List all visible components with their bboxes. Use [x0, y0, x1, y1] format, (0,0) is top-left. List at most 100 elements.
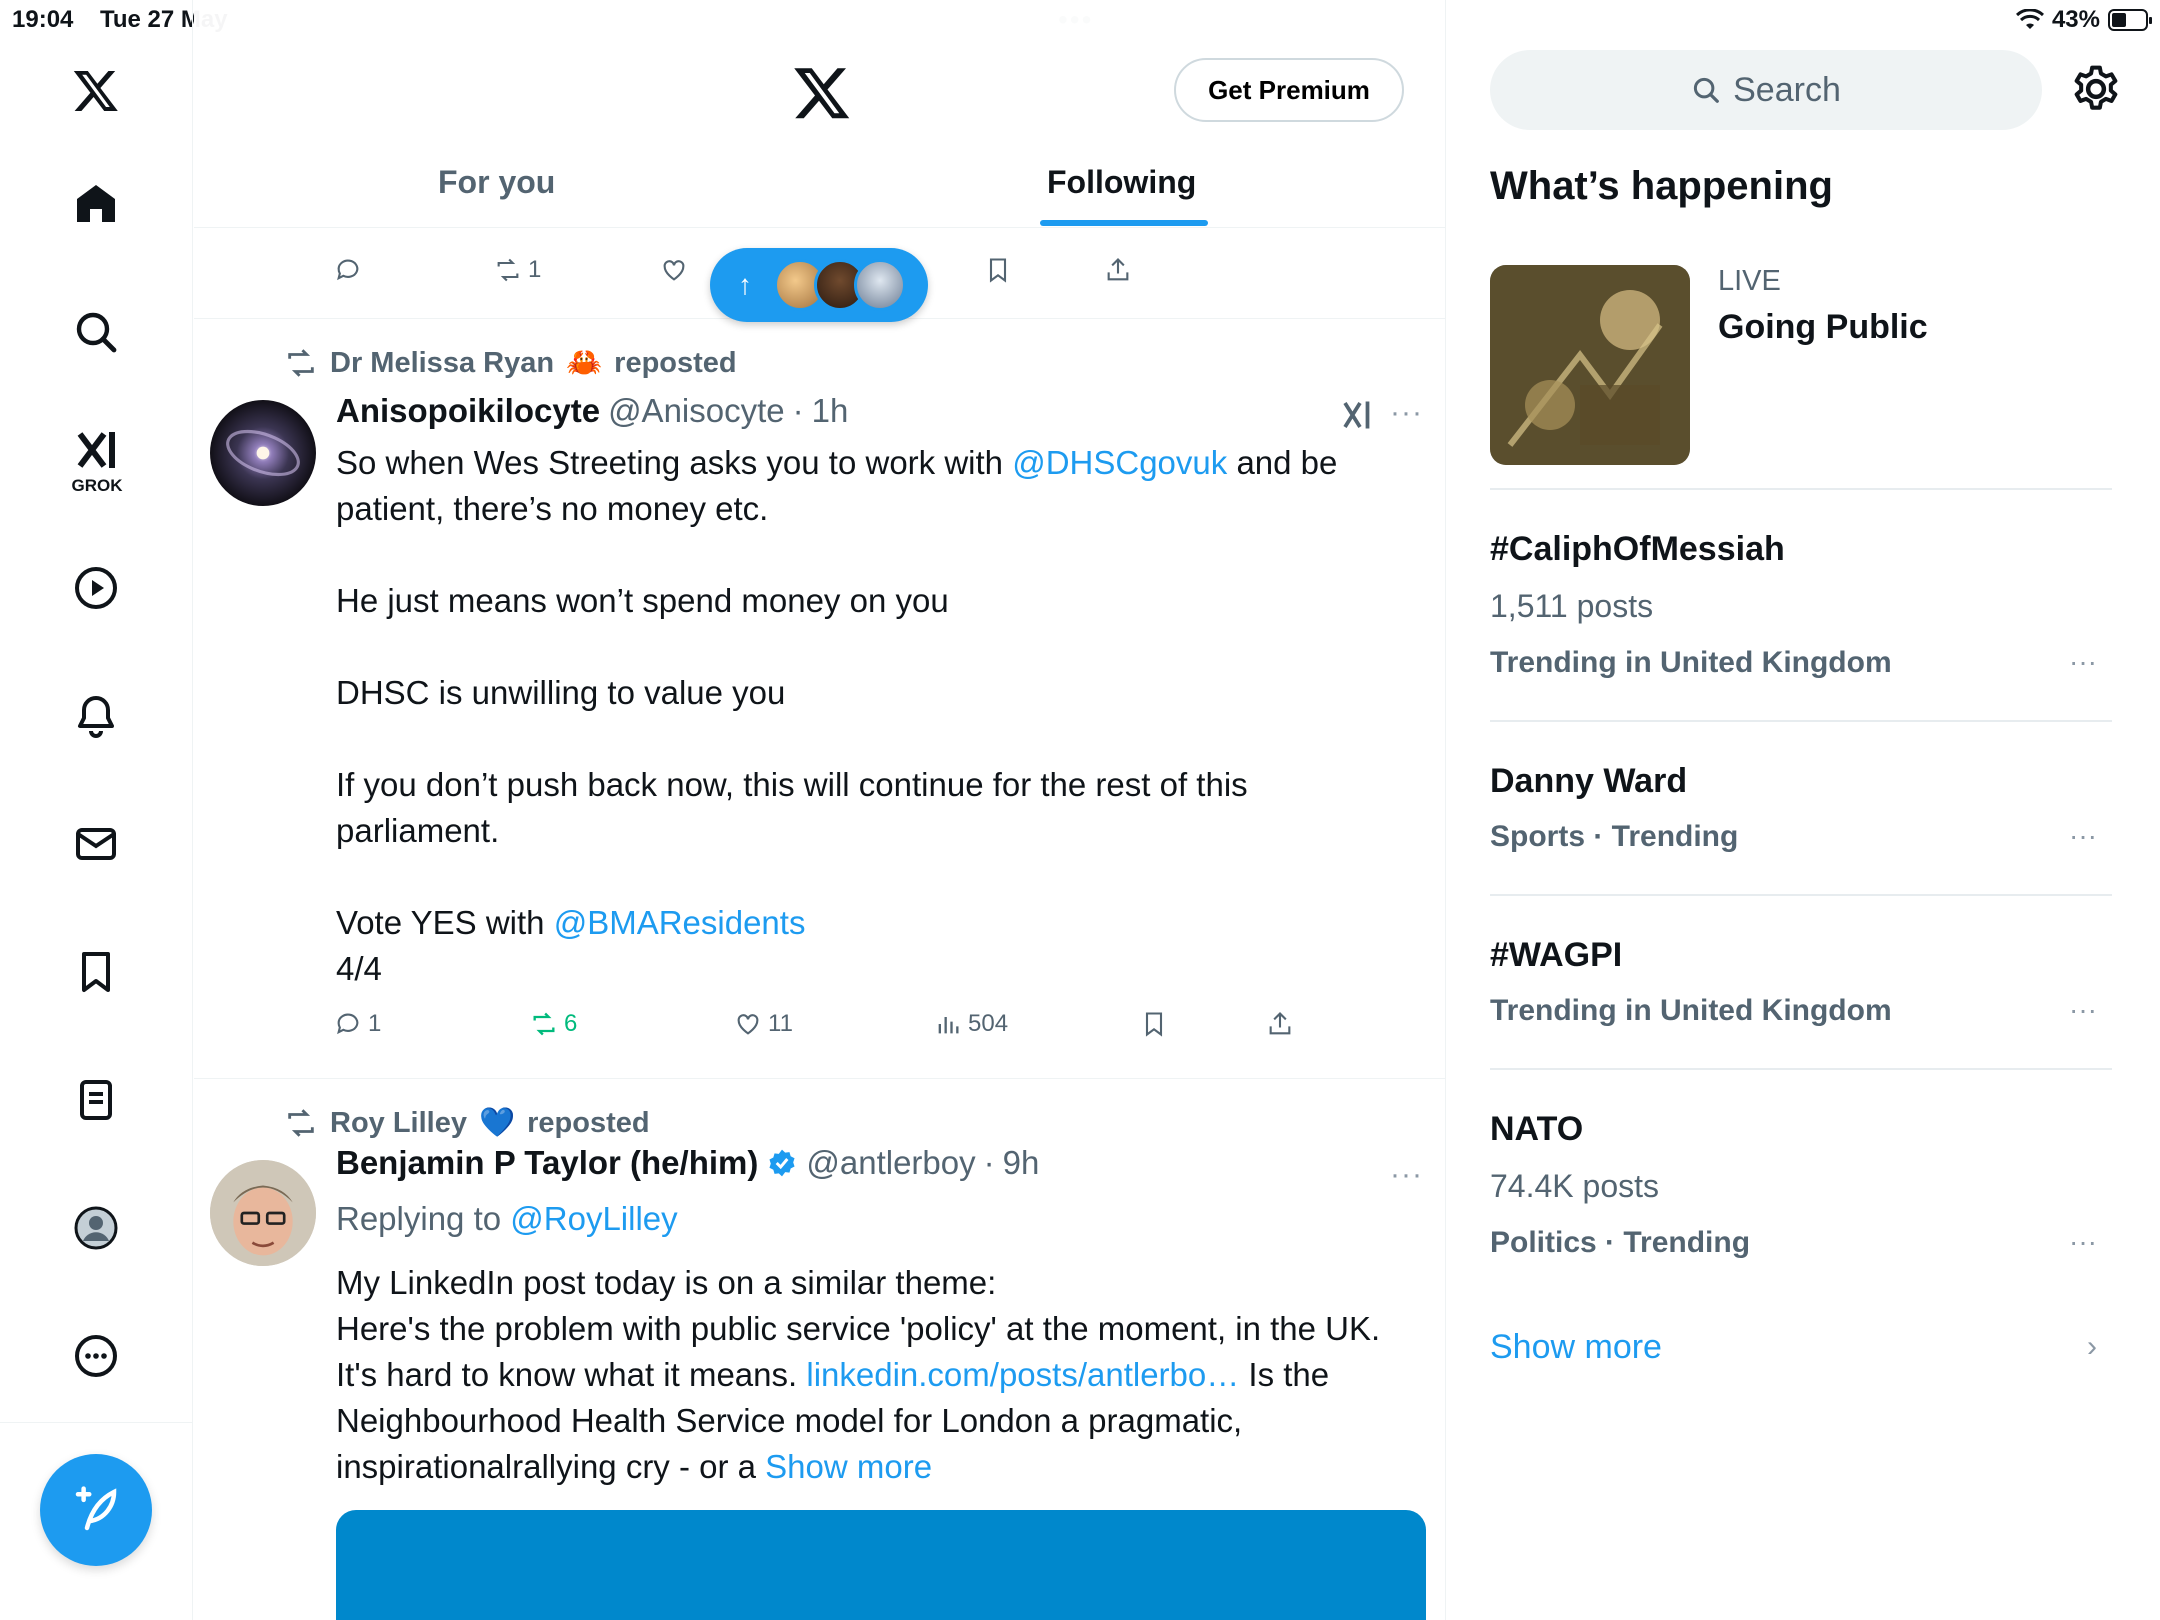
- author-handle[interactable]: @antlerboy: [806, 1144, 975, 1182]
- trend-divider: [1490, 894, 2112, 896]
- text-span: Is the: [1239, 1356, 1330, 1393]
- mention-link[interactable]: @DHSCgovuk: [1012, 444, 1227, 481]
- trend-posts: 1,511 posts: [1490, 588, 1654, 624]
- mention-link[interactable]: @BMAResidents: [554, 904, 806, 941]
- chevron-right-icon[interactable]: ›: [2087, 1330, 2097, 1364]
- show-more-link[interactable]: Show more: [765, 1448, 932, 1485]
- tweet-more-icon[interactable]: ···: [1390, 1158, 1423, 1192]
- retweet-button[interactable]: 1: [494, 256, 541, 284]
- text-span: Vote YES with: [336, 904, 554, 941]
- reply-button[interactable]: 1: [334, 1010, 381, 1038]
- tweet-text: So when Wes Streeting asks you to work w…: [336, 440, 1426, 992]
- author-name[interactable]: Benjamin P Taylor (he/him): [336, 1144, 758, 1182]
- like-button[interactable]: 11: [734, 1010, 793, 1038]
- tab-for-you[interactable]: For you: [438, 164, 555, 201]
- heart-icon: [663, 260, 685, 281]
- tweet-time[interactable]: 1h: [812, 392, 849, 430]
- main-timeline: Get Premium For you Following 1 ↑ Dr Mel…: [194, 0, 1446, 1620]
- search-input[interactable]: Search: [1490, 50, 2042, 130]
- share-icon: [1269, 1012, 1291, 1035]
- tweet-more-icon[interactable]: ···: [1390, 396, 1423, 430]
- external-link[interactable]: linkedin.com/posts/antlerbo…: [806, 1356, 1239, 1393]
- bookmark-button[interactable]: [984, 256, 1012, 284]
- get-premium-button[interactable]: Get Premium: [1174, 58, 1404, 122]
- text-line: DHSC is unwilling to value you: [336, 674, 786, 711]
- tweet-text: My LinkedIn post today is on a similar t…: [336, 1260, 1426, 1490]
- trend-category: Sports · Trending: [1490, 820, 1739, 853]
- reposted-emoji: 💙: [479, 1107, 516, 1139]
- trend-more-icon[interactable]: ···: [2069, 1226, 2097, 1258]
- section-title: What’s happening: [1490, 164, 1833, 208]
- new-posts-pill[interactable]: ↑: [710, 248, 928, 322]
- show-more-link[interactable]: Show more: [1490, 1328, 1662, 1367]
- grok-icon[interactable]: [66, 420, 126, 480]
- repost-indicator[interactable]: Dr Melissa Ryan 🦀 reposted: [284, 346, 737, 380]
- x-logo-icon[interactable]: [792, 62, 852, 122]
- replying-to: Replying to @RoyLilley: [336, 1200, 678, 1238]
- retweet-count: 1: [528, 256, 542, 283]
- more-options-icon[interactable]: [66, 1326, 126, 1386]
- search-icon: [1694, 77, 1719, 103]
- notifications-bell-icon[interactable]: [66, 686, 126, 746]
- bookmarks-icon[interactable]: [66, 942, 126, 1002]
- trend-category: Politics · Trending: [1490, 1226, 1751, 1259]
- compose-post-button[interactable]: [40, 1454, 152, 1566]
- text-span: It's hard to know what it means.: [336, 1356, 807, 1393]
- retweet-count: 6: [564, 1010, 578, 1037]
- tweet-time[interactable]: 9h: [1003, 1144, 1040, 1182]
- share-button[interactable]: [1266, 1010, 1294, 1038]
- trend-name[interactable]: #WAGPI: [1490, 936, 1622, 975]
- reply-icon: [337, 259, 359, 281]
- text-line: 4/4: [336, 950, 382, 987]
- reposted-label: reposted: [614, 346, 737, 379]
- active-tab-indicator: [1040, 220, 1208, 226]
- views-count: 504: [968, 1010, 1009, 1037]
- tweet-actions: 1 6 11 504: [334, 1010, 1334, 1050]
- author-name[interactable]: Anisopoikilocyte: [336, 392, 600, 430]
- profile-avatar-icon[interactable]: [66, 1198, 126, 1258]
- retweet-icon: [288, 349, 314, 377]
- new-post-avatar: [854, 259, 906, 311]
- x-logo-icon[interactable]: [66, 60, 126, 120]
- tab-following[interactable]: Following: [1047, 164, 1196, 201]
- repost-indicator[interactable]: Roy Lilley 💙 reposted: [284, 1106, 650, 1140]
- video-icon[interactable]: [66, 558, 126, 618]
- retweet-button[interactable]: 6: [530, 1010, 577, 1038]
- trend-more-icon[interactable]: ···: [2069, 646, 2097, 678]
- tweet-header: Benjamin P Taylor (he/him) @antlerboy · …: [336, 1144, 1039, 1182]
- reply-button[interactable]: [334, 256, 362, 284]
- avatar[interactable]: [210, 1160, 316, 1266]
- trend-name[interactable]: #CaliphOfMessiah: [1490, 530, 1785, 569]
- home-icon[interactable]: [66, 174, 126, 234]
- retweet-icon: [288, 1109, 314, 1137]
- trend-name[interactable]: NATO: [1490, 1110, 1583, 1149]
- lists-icon[interactable]: [66, 1070, 126, 1130]
- trend-divider: [1490, 720, 2112, 722]
- tweet-divider: [194, 1078, 1445, 1079]
- mention-link[interactable]: @RoyLilley: [510, 1200, 677, 1237]
- live-label: LIVE: [1718, 265, 1781, 297]
- grok-explain-icon[interactable]: [1339, 396, 1375, 434]
- text-line: Neighbourhood Health Service model for L…: [336, 1402, 1243, 1439]
- trend-name[interactable]: Danny Ward: [1490, 762, 1687, 801]
- like-button[interactable]: [660, 256, 688, 284]
- messages-envelope-icon[interactable]: [66, 814, 126, 874]
- link-card-preview[interactable]: [336, 1510, 1426, 1620]
- author-handle[interactable]: @Anisocyte: [608, 392, 785, 430]
- text-line: If you don’t push back now, this will co…: [336, 766, 1248, 849]
- live-thumbnail[interactable]: [1490, 265, 1690, 465]
- trend-more-icon[interactable]: ···: [2069, 820, 2097, 852]
- bookmark-button[interactable]: [1140, 1010, 1168, 1038]
- reposted-by: Roy Lilley: [330, 1106, 467, 1139]
- settings-gear-icon[interactable]: [2069, 62, 2123, 116]
- avatar[interactable]: [210, 400, 316, 506]
- left-navigation: GROK: [0, 0, 193, 1620]
- views-button[interactable]: 504: [934, 1010, 1008, 1038]
- trend-more-icon[interactable]: ···: [2069, 994, 2097, 1026]
- live-title[interactable]: Going Public: [1718, 308, 1928, 347]
- reply-icon: [337, 1013, 359, 1035]
- separator-dot: ·: [792, 392, 804, 429]
- grok-label: GROK: [71, 476, 123, 495]
- share-button[interactable]: [1104, 256, 1132, 284]
- search-icon[interactable]: [66, 302, 126, 362]
